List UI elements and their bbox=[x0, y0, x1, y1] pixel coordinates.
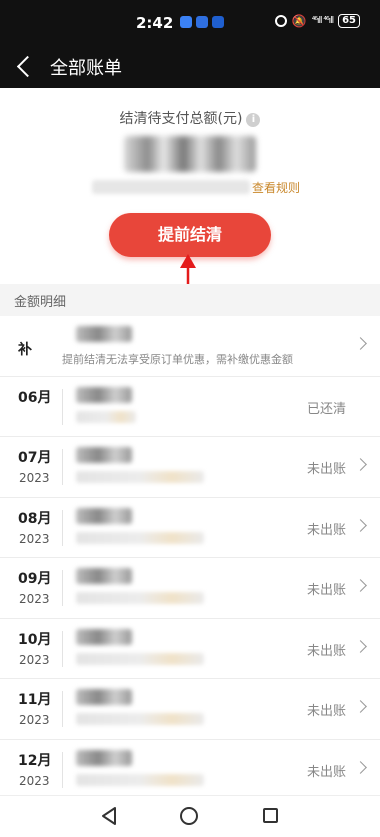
chevron-right-icon bbox=[354, 337, 367, 350]
amount-blurred bbox=[76, 447, 132, 463]
status-text: 已还清 bbox=[306, 401, 346, 417]
page-title: 全部账单 bbox=[50, 58, 122, 79]
divider bbox=[62, 691, 63, 727]
divider bbox=[62, 509, 63, 546]
view-rules-link[interactable]: 查看规则 bbox=[252, 179, 300, 196]
list-item[interactable]: 10月 2023 未出账 bbox=[0, 618, 380, 679]
total-amount-blurred bbox=[124, 136, 256, 172]
divider bbox=[62, 388, 63, 425]
chevron-right-icon bbox=[354, 458, 367, 471]
list-item[interactable]: 08月 2023 未出账 bbox=[0, 497, 380, 558]
amount-blurred bbox=[76, 749, 132, 766]
system-nav-bar bbox=[0, 795, 380, 837]
month-label: 补 bbox=[18, 342, 32, 358]
clock: 2:42 bbox=[136, 14, 174, 32]
month-label: 07月 bbox=[18, 450, 52, 466]
list-item[interactable]: 09月 2023 未出账 bbox=[0, 558, 380, 619]
list-item[interactable]: 12月 2023 未出账 bbox=[0, 739, 380, 800]
bill-list: 补 提前结清无法享受原订单优惠，需补缴优惠金额 06月 已还清 07月 2023… bbox=[0, 316, 380, 800]
row-note-blurred bbox=[76, 713, 204, 725]
list-item[interactable]: 07月 2023 未出账 bbox=[0, 437, 380, 498]
back-icon[interactable] bbox=[14, 52, 38, 80]
chevron-right-icon bbox=[354, 518, 367, 532]
app-notification-icon bbox=[180, 16, 192, 28]
status-text: 未出账 bbox=[306, 764, 346, 780]
month-label: 09月 bbox=[18, 571, 52, 587]
chevron-right-icon bbox=[354, 760, 367, 774]
month-label: 06月 bbox=[18, 389, 52, 406]
row-note-blurred bbox=[76, 773, 204, 786]
nav-back-icon[interactable] bbox=[100, 806, 118, 826]
alarm-icon bbox=[274, 15, 287, 27]
mute-icon: 🔕 bbox=[291, 14, 307, 28]
month-label: 11月 bbox=[18, 692, 52, 708]
divider bbox=[62, 449, 63, 485]
row-note-blurred bbox=[76, 410, 136, 423]
nav-recents-icon[interactable] bbox=[263, 808, 278, 823]
divider bbox=[62, 570, 63, 606]
app-header: 全部账单 bbox=[0, 44, 380, 88]
year-label: 2023 bbox=[19, 471, 50, 485]
total-label: 结清待支付总额(元) bbox=[119, 111, 243, 127]
divider bbox=[62, 751, 63, 788]
nav-home-icon[interactable] bbox=[180, 807, 198, 825]
status-text: 未出账 bbox=[306, 704, 346, 719]
battery-icon: 65 bbox=[338, 14, 360, 28]
month-label: 12月 bbox=[18, 752, 52, 769]
divider bbox=[62, 630, 63, 667]
cloud-notification-icon bbox=[196, 16, 208, 28]
shield-notification-icon bbox=[212, 16, 224, 28]
year-label: 2023 bbox=[19, 773, 50, 788]
row-note: 提前结清无法享受原订单优惠，需补缴优惠金额 bbox=[62, 353, 293, 366]
status-text: 未出账 bbox=[306, 462, 346, 477]
list-item[interactable]: 06月 已还清 bbox=[0, 376, 380, 437]
chevron-right-icon bbox=[354, 579, 367, 592]
amount-blurred bbox=[76, 568, 132, 584]
row-note-blurred bbox=[76, 531, 204, 544]
amount-blurred bbox=[76, 689, 132, 705]
year-label: 2023 bbox=[19, 531, 50, 546]
row-note-blurred bbox=[76, 652, 204, 665]
list-item[interactable]: 11月 2023 未出账 bbox=[0, 679, 380, 740]
month-label: 08月 bbox=[18, 510, 52, 527]
status-text: 未出账 bbox=[306, 583, 346, 598]
row-note-blurred bbox=[76, 471, 204, 483]
row-note-blurred bbox=[76, 592, 204, 604]
signal-icon: ⁴⁶ıll ⁴⁶ıll bbox=[311, 16, 334, 26]
amount-details-header: 金额明细 bbox=[0, 284, 380, 316]
info-icon[interactable]: i bbox=[246, 113, 261, 127]
chevron-right-icon bbox=[354, 700, 367, 713]
chevron-right-icon bbox=[354, 639, 367, 653]
amount-blurred bbox=[76, 628, 132, 645]
year-label: 2023 bbox=[19, 592, 50, 606]
summary-note-blurred bbox=[92, 180, 250, 194]
total-label-row: 结清待支付总额(元) i bbox=[0, 108, 380, 128]
prepay-settle-button[interactable]: 提前结清 bbox=[109, 213, 271, 257]
status-text: 未出账 bbox=[306, 522, 346, 538]
year-label: 2023 bbox=[19, 652, 50, 667]
month-label: 10月 bbox=[18, 631, 52, 648]
section-title: 金额明细 bbox=[14, 295, 67, 310]
list-item[interactable]: 补 提前结清无法享受原订单优惠，需补缴优惠金额 bbox=[0, 316, 380, 377]
amount-blurred bbox=[76, 326, 132, 342]
amount-blurred bbox=[76, 386, 132, 403]
year-label: 2023 bbox=[19, 713, 50, 727]
status-text: 未出账 bbox=[306, 643, 346, 659]
amount-blurred bbox=[76, 507, 132, 524]
status-bar: 2:42 🔕 ⁴⁶ıll ⁴⁶ıll 65 bbox=[0, 0, 380, 44]
